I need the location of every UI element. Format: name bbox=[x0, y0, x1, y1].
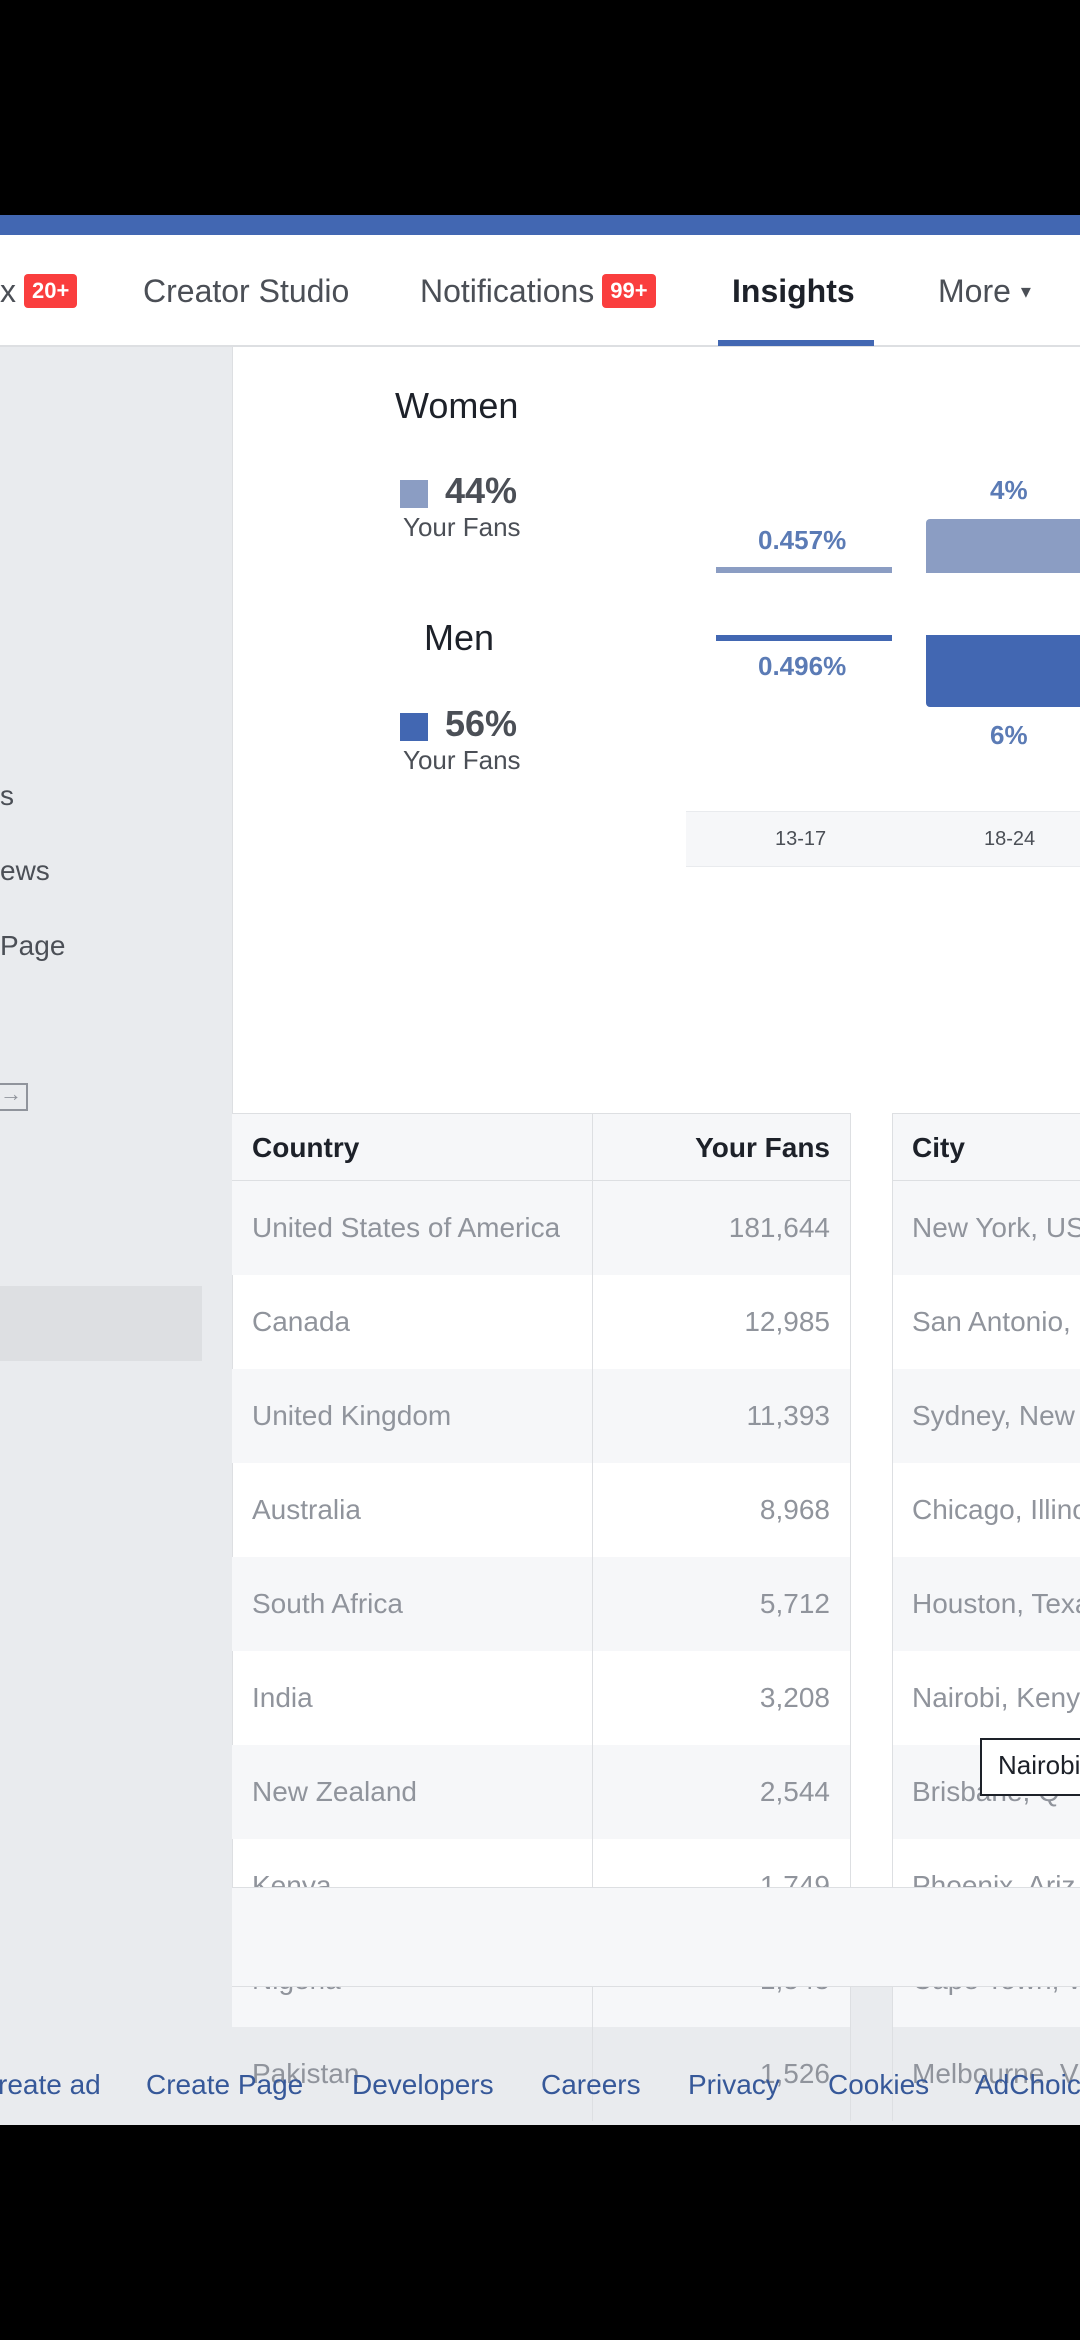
age-bar-women-label: 4% bbox=[990, 475, 1028, 505]
city-cell: New York, US bbox=[912, 1212, 1080, 1243]
table-row: Sydney, New bbox=[892, 1369, 1080, 1463]
fans-count-cell: 3,208 bbox=[759, 1682, 830, 1713]
tab-insights[interactable]: Insights bbox=[732, 235, 855, 347]
tab-notifications[interactable]: Notifications 99+ bbox=[420, 235, 656, 347]
tab-insights-label: Insights bbox=[732, 272, 855, 309]
sidebar-item-partial-2[interactable]: ews bbox=[0, 855, 50, 887]
table-row: Nairobi, Keny bbox=[892, 1651, 1080, 1745]
screen-top-bezel bbox=[0, 0, 1080, 215]
fans-count-cell: 181,644 bbox=[728, 1212, 830, 1243]
tab-creator-studio[interactable]: Creator Studio bbox=[143, 235, 349, 347]
fans-count-cell: 12,985 bbox=[744, 1306, 830, 1337]
city-tooltip: Nairobi bbox=[980, 1738, 1080, 1796]
country-cell: New Zealand bbox=[252, 1776, 417, 1807]
tab-notifications-label: Notifications bbox=[420, 272, 595, 309]
table-row: United States of America 181,644 bbox=[232, 1181, 850, 1275]
footer-link-adchoices[interactable]: AdChoic bbox=[975, 2069, 1080, 2101]
export-icon[interactable] bbox=[0, 1081, 28, 1111]
men-legend-swatch bbox=[400, 713, 428, 741]
table-row: South Africa 5,712 bbox=[232, 1557, 850, 1651]
table-row: India 3,208 bbox=[232, 1651, 850, 1745]
country-cell: Canada bbox=[252, 1306, 351, 1337]
country-column-header[interactable]: Country bbox=[252, 1114, 359, 1182]
footer-link-privacy[interactable]: Privacy bbox=[688, 2069, 780, 2101]
table-row: Chicago, Illino bbox=[892, 1463, 1080, 1557]
sidebar-item-partial-3[interactable]: Page bbox=[0, 930, 65, 962]
table-row: New York, US bbox=[892, 1181, 1080, 1275]
women-percent: 44% bbox=[445, 470, 518, 511]
age-bar-men-label: 6% bbox=[990, 720, 1028, 750]
tab-creator-studio-label: Creator Studio bbox=[143, 272, 350, 309]
city-cell: Sydney, New bbox=[912, 1400, 1075, 1431]
inbox-count-badge: 20+ bbox=[24, 274, 78, 308]
footer-link-careers[interactable]: Careers bbox=[541, 2069, 641, 2101]
page-tab-bar: x 20+ Creator Studio Notifications 99+ I… bbox=[0, 235, 1080, 347]
city-column-header[interactable]: City bbox=[912, 1114, 965, 1182]
footer-link-create-ad[interactable]: reate ad bbox=[0, 2069, 101, 2101]
table-row: San Antonio, bbox=[892, 1275, 1080, 1369]
country-cell: Australia bbox=[252, 1494, 361, 1525]
women-title: Women bbox=[395, 385, 519, 426]
age-bar-women-label: 0.457% bbox=[758, 525, 847, 555]
fans-count-cell: 5,712 bbox=[759, 1588, 830, 1619]
table-row: Houston, Texa bbox=[892, 1557, 1080, 1651]
country-cell: India bbox=[252, 1682, 313, 1713]
country-cell: United States of America bbox=[252, 1212, 561, 1243]
fans-count-cell: 11,393 bbox=[746, 1400, 830, 1431]
insights-screen: x 20+ Creator Studio Notifications 99+ I… bbox=[0, 235, 1080, 2125]
notifications-count-badge: 99+ bbox=[602, 274, 656, 308]
city-cell: Houston, Texa bbox=[912, 1588, 1080, 1619]
country-cell: United Kingdom bbox=[252, 1400, 452, 1431]
table-footer bbox=[232, 1887, 1080, 1987]
sidebar-item-partial-1[interactable]: s bbox=[0, 780, 14, 812]
age-tick-label: 13-17 bbox=[775, 828, 827, 850]
table-row: United Kingdom 11,393 bbox=[232, 1369, 850, 1463]
age-bar-men-13-17[interactable] bbox=[716, 635, 892, 641]
city-cell: San Antonio, bbox=[912, 1306, 1071, 1337]
age-bar-men-18-24[interactable] bbox=[926, 635, 1080, 707]
men-title: Men bbox=[424, 617, 495, 658]
tab-more[interactable]: More ▾ bbox=[938, 235, 1031, 347]
active-tab-indicator bbox=[718, 340, 874, 346]
screen-bottom-bezel bbox=[0, 2125, 1080, 2340]
country-table-header: Country Your Fans bbox=[232, 1113, 850, 1181]
footer-link-create-page[interactable]: Create Page bbox=[146, 2069, 303, 2101]
men-sub-label: Your Fans bbox=[403, 745, 521, 775]
women-legend-swatch bbox=[400, 480, 428, 508]
facebook-top-bar bbox=[0, 215, 1080, 235]
table-row: New Zealand 2,544 bbox=[232, 1745, 850, 1839]
age-bar-women-18-24[interactable] bbox=[926, 519, 1080, 573]
tab-inbox-label: x bbox=[0, 272, 16, 309]
caret-down-icon: ▾ bbox=[1020, 280, 1031, 303]
country-cell: South Africa bbox=[252, 1588, 403, 1619]
fans-count-cell: 2,544 bbox=[759, 1776, 830, 1807]
tab-more-label: More bbox=[938, 272, 1011, 309]
table-row: Australia 8,968 bbox=[232, 1463, 850, 1557]
city-cell: Chicago, Illino bbox=[912, 1494, 1080, 1525]
sidebar-item-selected[interactable] bbox=[0, 1286, 202, 1361]
women-sub-label: Your Fans bbox=[403, 512, 521, 542]
footer-link-developers[interactable]: Developers bbox=[352, 2069, 494, 2101]
your-fans-column-header[interactable]: Your Fans bbox=[695, 1114, 830, 1182]
table-row: Canada 12,985 bbox=[232, 1275, 850, 1369]
men-percent: 56% bbox=[445, 703, 518, 744]
age-tick-label: 18-24 bbox=[984, 828, 1036, 850]
city-cell: Nairobi, Keny bbox=[912, 1682, 1080, 1713]
age-bar-women-13-17[interactable] bbox=[716, 567, 892, 573]
fans-count-cell: 8,968 bbox=[759, 1494, 830, 1525]
tab-inbox[interactable]: x 20+ bbox=[0, 235, 78, 347]
footer-link-cookies[interactable]: Cookies bbox=[828, 2069, 929, 2101]
age-bar-men-label: 0.496% bbox=[758, 651, 847, 681]
city-table-header: City bbox=[892, 1113, 1080, 1181]
